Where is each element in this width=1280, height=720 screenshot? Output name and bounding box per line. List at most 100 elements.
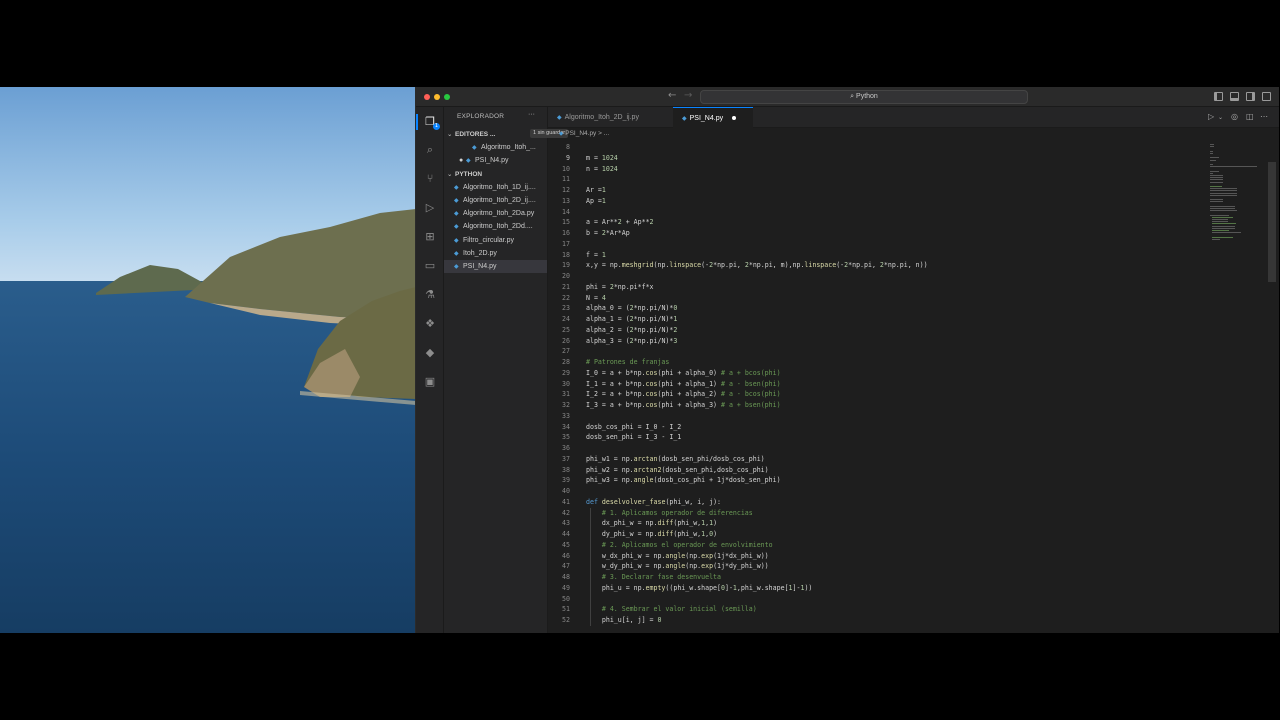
- code-line[interactable]: 49 phi_u = np.empty((phi_w.shape[0]-1,ph…: [548, 583, 1198, 594]
- code-line[interactable]: 50: [548, 594, 1198, 605]
- folder-section[interactable]: ⌄ PYTHON: [447, 170, 482, 178]
- code-line[interactable]: 33: [548, 411, 1198, 422]
- breadcrumb[interactable]: ◆ PSI_N4.py > ...: [548, 128, 1279, 140]
- open-editors-section[interactable]: ⌄ EDITORES ...: [447, 130, 495, 138]
- python-icon[interactable]: ◆: [423, 346, 437, 360]
- code-line[interactable]: 30 I_1 = a + b*np.cos(phi + alpha_1) # a …: [548, 379, 1198, 390]
- code-line[interactable]: 41 def deselvolver_fase(phi_w, i, j):: [548, 497, 1198, 508]
- code-line[interactable]: 14: [548, 207, 1198, 218]
- code-text: # 2. Aplicamos el operador de envolvimie…: [586, 540, 773, 549]
- code-line[interactable]: 18 f = 1: [548, 250, 1198, 261]
- code-line[interactable]: 22 N = 4: [548, 293, 1198, 304]
- code-line[interactable]: 43 dx_phi_w = np.diff(phi_w,1,1): [548, 518, 1198, 529]
- code-text: alpha_0 = (2*np.pi/N)*0: [586, 304, 678, 313]
- code-line[interactable]: 27: [548, 346, 1198, 357]
- code-line[interactable]: 40: [548, 486, 1198, 497]
- file-item-selected[interactable]: ◆ PSI_N4.py: [444, 260, 547, 273]
- open-editor-item[interactable]: ◆ Algoritmo_Itoh_...: [444, 141, 547, 154]
- maximize-window-button[interactable]: [444, 94, 450, 100]
- file-label: Algoritmo_Itoh_2Dd....: [463, 223, 533, 230]
- file-item[interactable]: ◆ Algoritmo_Itoh_2Dd....: [444, 220, 547, 233]
- code-line[interactable]: 39 phi_w3 = np.angle(dosb_cos_phi + 1j*do…: [548, 475, 1198, 486]
- chevron-down-icon[interactable]: ⌄: [1218, 114, 1223, 121]
- code-line[interactable]: 47 w_dy_phi_w = np.angle(np.exp(1j*dy_ph…: [548, 561, 1198, 572]
- code-line[interactable]: 34 dosb_cos_phi = I_0 - I_2: [548, 422, 1198, 433]
- split-editor-icon[interactable]: ◫: [1246, 112, 1254, 121]
- tab-psi-n4[interactable]: ◆ PSI_N4.py: [673, 107, 753, 128]
- code-line[interactable]: 42 # 1. Aplicamos operador de diferencia…: [548, 508, 1198, 519]
- code-line[interactable]: 26 alpha_3 = (2*np.pi/N)*3: [548, 336, 1198, 347]
- run-debug-icon[interactable]: ▷: [423, 201, 437, 215]
- editor-scrollbar[interactable]: [1268, 162, 1276, 282]
- code-line[interactable]: 36: [548, 443, 1198, 454]
- code-line[interactable]: 31 I_2 = a + b*np.cos(phi + alpha_2) # a …: [548, 389, 1198, 400]
- copilot-icon[interactable]: ◎: [1231, 112, 1238, 121]
- open-editor-item[interactable]: ● ◆ PSI_N4.py: [444, 154, 547, 167]
- code-line[interactable]: 38 phi_w2 = np.arctan2(dosb_sen_phi,dosb_…: [548, 465, 1198, 476]
- code-line[interactable]: 13 Ap =1: [548, 196, 1198, 207]
- command-center-search[interactable]: ⌕ Python: [700, 90, 1028, 104]
- code-line[interactable]: 8: [548, 142, 1198, 153]
- more-actions-icon[interactable]: ···: [528, 111, 535, 118]
- code-line[interactable]: 15 a = Ar**2 + Ap**2: [548, 217, 1198, 228]
- code-line[interactable]: 19 x,y = np.meshgrid(np.linspace(-2*np.pi…: [548, 260, 1198, 271]
- extensions-icon[interactable]: ⊞: [423, 230, 437, 244]
- code-line[interactable]: 16 b = 2*Ar*Ap: [548, 228, 1198, 239]
- toggle-secondary-sidebar-icon[interactable]: [1246, 92, 1255, 101]
- docker-icon[interactable]: ❖: [423, 317, 437, 331]
- code-line[interactable]: 12 Ar =1: [548, 185, 1198, 196]
- testing-icon[interactable]: ⚗: [423, 288, 437, 302]
- code-line[interactable]: 51 # 4. Sembrar el valor inicial (semill…: [548, 604, 1198, 615]
- code-line[interactable]: 24 alpha_1 = (2*np.pi/N)*1: [548, 314, 1198, 325]
- code-line[interactable]: 23 alpha_0 = (2*np.pi/N)*0: [548, 303, 1198, 314]
- code-line[interactable]: 10 n = 1024: [548, 164, 1198, 175]
- line-number: 27: [562, 347, 570, 356]
- code-line[interactable]: 9 m = 1024: [548, 153, 1198, 164]
- minimize-window-button[interactable]: [434, 94, 440, 100]
- file-item[interactable]: ◆ Algoritmo_Itoh_1D_ij....: [444, 181, 547, 194]
- search-icon[interactable]: ⌕: [423, 143, 437, 157]
- back-arrow-icon[interactable]: ←: [668, 90, 676, 101]
- code-line[interactable]: 28 # Patrones de franjas: [548, 357, 1198, 368]
- file-item[interactable]: ◆ Algoritmo_Itoh_2Da.py: [444, 207, 547, 220]
- code-line[interactable]: 11: [548, 174, 1198, 185]
- code-line[interactable]: 46 w_dx_phi_w = np.angle(np.exp(1j*dx_ph…: [548, 551, 1198, 562]
- code-line[interactable]: 32 I_3 = a + b*np.cos(phi + alpha_3) # a …: [548, 400, 1198, 411]
- forward-arrow-icon[interactable]: →: [684, 90, 692, 101]
- code-line[interactable]: 37 phi_w1 = np.arctan(dosb_sen_phi/dosb_c…: [548, 454, 1198, 465]
- file-item[interactable]: ◆ Filtro_circular.py: [444, 234, 547, 247]
- toggle-panel-icon[interactable]: [1230, 92, 1239, 101]
- run-python-file-icon[interactable]: ▷: [1208, 112, 1214, 121]
- customize-layout-icon[interactable]: [1262, 92, 1271, 101]
- code-text: dosb_sen_phi = I_3 - I_1: [586, 433, 682, 442]
- file-item[interactable]: ◆ Algoritmo_Itoh_2D_ij....: [444, 194, 547, 207]
- code-line[interactable]: 48 # 3. Declarar fase desenvuelta: [548, 572, 1198, 583]
- code-line[interactable]: 21 phi = 2*np.pi*f*x: [548, 282, 1198, 293]
- code-text: Ap =1: [586, 196, 606, 205]
- tab-algoritmo-itoh-2d[interactable]: ◆ Algoritmo_Itoh_2D_ij.py: [548, 107, 673, 128]
- code-text: phi_w2 = np.arctan2(dosb_sen_phi,dosb_co…: [586, 465, 769, 474]
- code-editor[interactable]: 89m = 1024 10 n = 1024 11 12 Ar =1 13 Ap =1 14 15…: [548, 142, 1198, 633]
- source-control-icon[interactable]: ⑂: [423, 172, 437, 186]
- code-line[interactable]: 44 dy_phi_w = np.diff(phi_w,1,0): [548, 529, 1198, 540]
- line-number: 26: [562, 336, 570, 345]
- minimap[interactable]: [1210, 142, 1266, 282]
- terminal-icon[interactable]: ▣: [423, 375, 437, 389]
- code-line[interactable]: 52 phi_u[i, j] = 0: [548, 615, 1198, 626]
- file-item[interactable]: ◆ Itoh_2D.py: [444, 247, 547, 260]
- code-line[interactable]: 29 I_0 = a + b*np.cos(phi + alpha_0) # a …: [548, 368, 1198, 379]
- minimap-line: [1210, 214, 1229, 216]
- remote-explorer-icon[interactable]: ▭: [423, 259, 437, 273]
- python-file-icon: ◆: [454, 198, 459, 204]
- code-line[interactable]: 25 alpha_2 = (2*np.pi/N)*2: [548, 325, 1198, 336]
- close-window-button[interactable]: [424, 94, 430, 100]
- line-number: 42: [562, 508, 570, 517]
- code-line[interactable]: 45 # 2. Aplicamos el operador de envolvi…: [548, 540, 1198, 551]
- toggle-primary-sidebar-icon[interactable]: [1214, 92, 1223, 101]
- code-line[interactable]: 35 dosb_sen_phi = I_3 - I_1: [548, 432, 1198, 443]
- more-actions-icon[interactable]: ⋯: [1260, 112, 1268, 121]
- search-icon: ⌕: [850, 93, 855, 100]
- code-line[interactable]: 17: [548, 239, 1198, 250]
- file-label: Algoritmo_Itoh_2D_ij....: [463, 197, 536, 204]
- code-line[interactable]: 20: [548, 271, 1198, 282]
